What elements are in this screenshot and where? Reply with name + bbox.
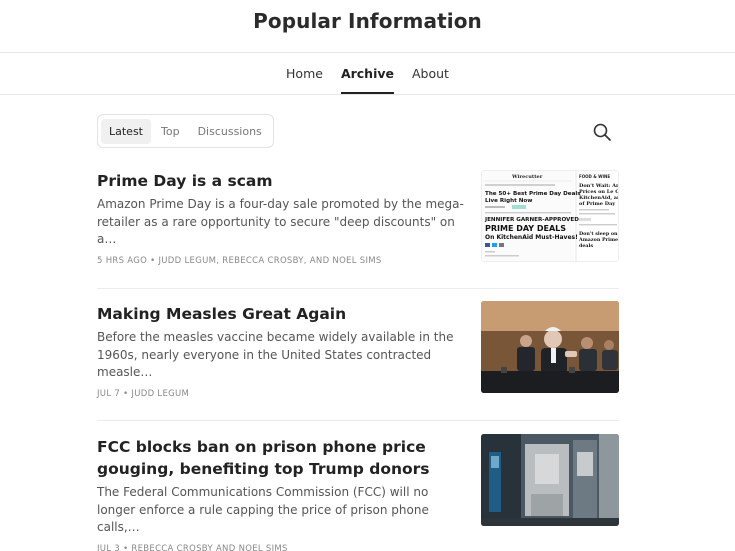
svg-text:of Prime Day: of Prime Day: [579, 201, 616, 207]
post-meta: JUL 7 • JUDD LEGUM: [97, 388, 190, 399]
post-thumbnail[interactable]: Wirecutter The 50+ Best Prime Day Deals …: [481, 170, 619, 262]
svg-text:The 50+ Best Prime Day Deals: The 50+ Best Prime Day Deals: [485, 191, 581, 197]
filter-latest[interactable]: Latest: [101, 118, 151, 144]
thumb-left-header: Wirecutter: [511, 174, 543, 180]
post-meta: 5 HRS AGO • JUDD LEGUM, REBECCA CROSBY, …: [97, 255, 382, 266]
nav-divider: [0, 94, 735, 95]
post-divider: [97, 288, 619, 289]
filter-top[interactable]: Top: [153, 119, 188, 144]
post-thumbnail[interactable]: [481, 434, 619, 526]
svg-text:PRIME DAY DEALS: PRIME DAY DEALS: [485, 224, 566, 233]
post-subtitle: Before the measles vaccine became widely…: [97, 330, 454, 379]
main-nav: Home Archive About: [0, 66, 735, 94]
filter-discussions[interactable]: Discussions: [190, 119, 270, 144]
svg-text:deals: deals: [579, 243, 593, 249]
search-icon[interactable]: [591, 121, 613, 143]
post-thumbnail[interactable]: [481, 301, 619, 393]
nav-home[interactable]: Home: [277, 66, 332, 94]
post-divider: [97, 420, 619, 421]
post-title[interactable]: Prime Day is a scam: [97, 170, 465, 192]
site-title[interactable]: Popular Information: [0, 9, 735, 33]
post-title[interactable]: Making Measles Great Again: [97, 303, 465, 325]
nav-archive[interactable]: Archive: [332, 66, 403, 94]
nav-about[interactable]: About: [403, 66, 458, 94]
post-subtitle: The Federal Communications Commission (F…: [97, 485, 429, 534]
post-subtitle: Amazon Prime Day is a four-day sale prom…: [97, 197, 464, 246]
thumb-right-header: FOOD & WINE: [579, 174, 610, 179]
sort-filter: Latest Top Discussions: [97, 114, 274, 148]
svg-text:On KitchenAid Must-Haves!: On KitchenAid Must-Haves!: [485, 234, 578, 241]
post-meta: JUL 3 • REBECCA CROSBY AND NOEL SIMS: [97, 543, 288, 551]
svg-text:Live Right Now: Live Right Now: [485, 198, 532, 204]
svg-text:JENNIFER GARNER-APPROVED: JENNIFER GARNER-APPROVED: [484, 217, 579, 223]
header-divider: [0, 52, 735, 53]
post-title[interactable]: FCC blocks ban on prison phone price gou…: [97, 436, 465, 480]
